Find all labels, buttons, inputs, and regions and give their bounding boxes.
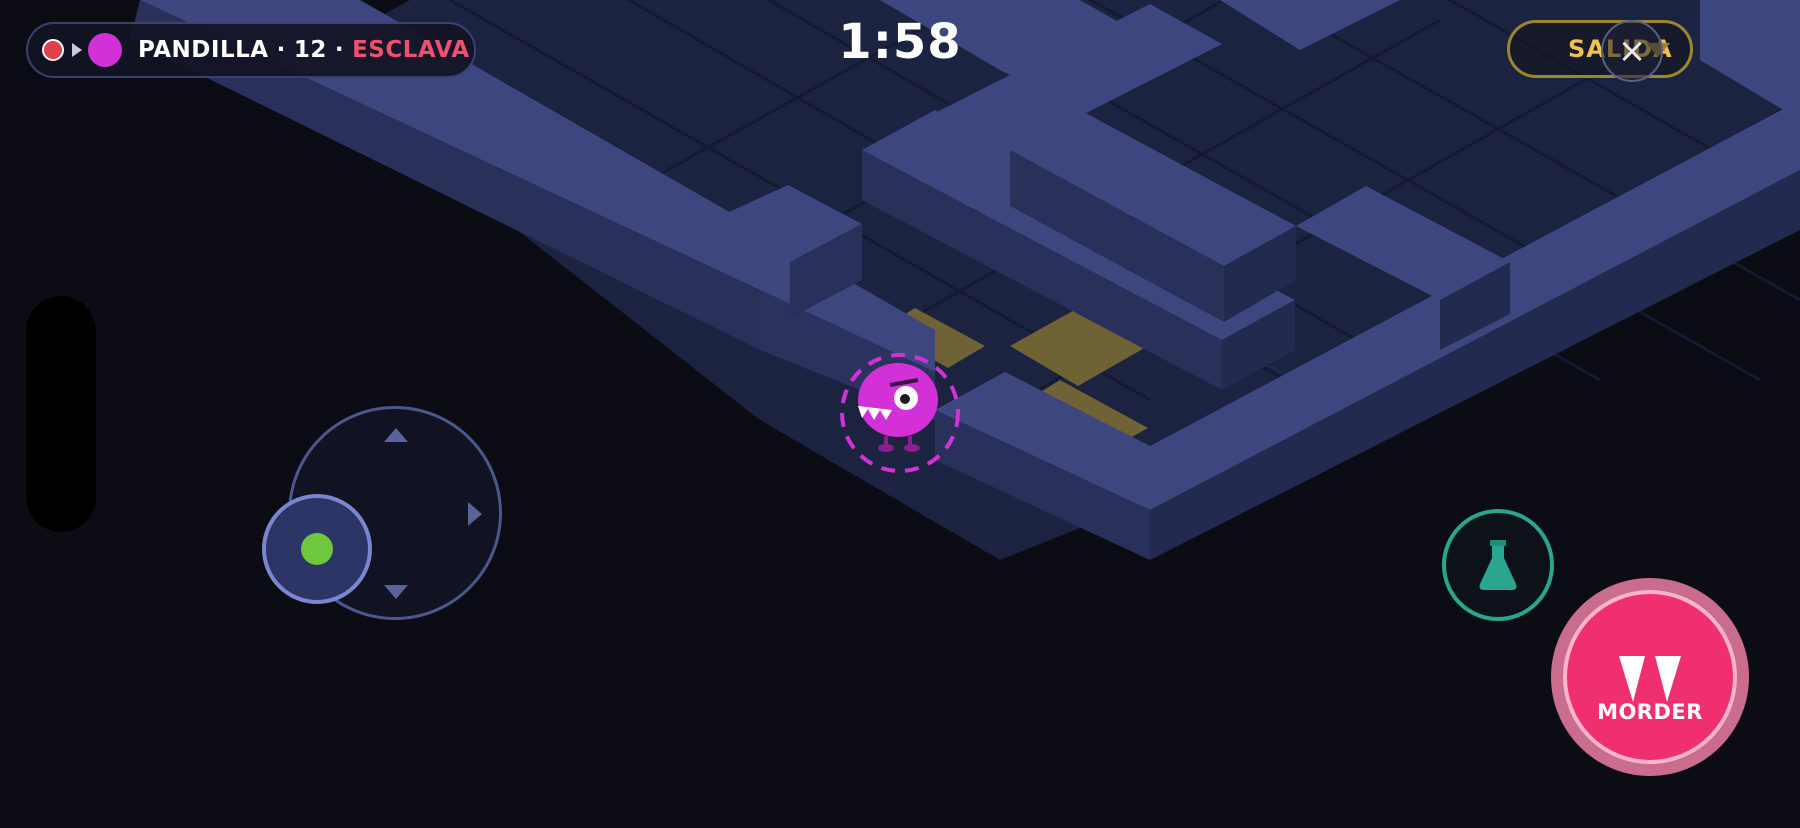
team-label: PANDILLA: [138, 37, 269, 63]
bite-label: MORDER: [1597, 700, 1703, 724]
separator: ·: [276, 37, 286, 63]
arrow-up-icon: [384, 428, 408, 442]
separator: ·: [334, 37, 345, 63]
close-icon[interactable]: ×: [1601, 20, 1663, 82]
fangs-icon: [1619, 656, 1681, 702]
arrow-down-icon: [384, 585, 408, 599]
red-player-icon: [42, 39, 64, 61]
game-scene: [130, 0, 1800, 560]
team-status-pill: PANDILLA · 12 · ESCLAVA: [26, 22, 476, 78]
arrow-right-icon: [72, 43, 82, 57]
role-label: ESCLAVA: [352, 37, 470, 63]
exit-button[interactable]: SALIDA: [1507, 20, 1693, 78]
magenta-player-icon: [88, 33, 122, 67]
bite-button[interactable]: MORDER: [1563, 590, 1737, 764]
arrow-right-icon: [468, 502, 482, 526]
countdown-timer: 1:58: [838, 14, 962, 70]
joystick-knob[interactable]: [262, 494, 372, 604]
team-count: 12: [293, 37, 327, 63]
joystick-dot: [301, 533, 333, 565]
side-handle[interactable]: [26, 296, 96, 532]
potion-button[interactable]: [1442, 509, 1554, 621]
flask-icon: [1479, 540, 1517, 590]
